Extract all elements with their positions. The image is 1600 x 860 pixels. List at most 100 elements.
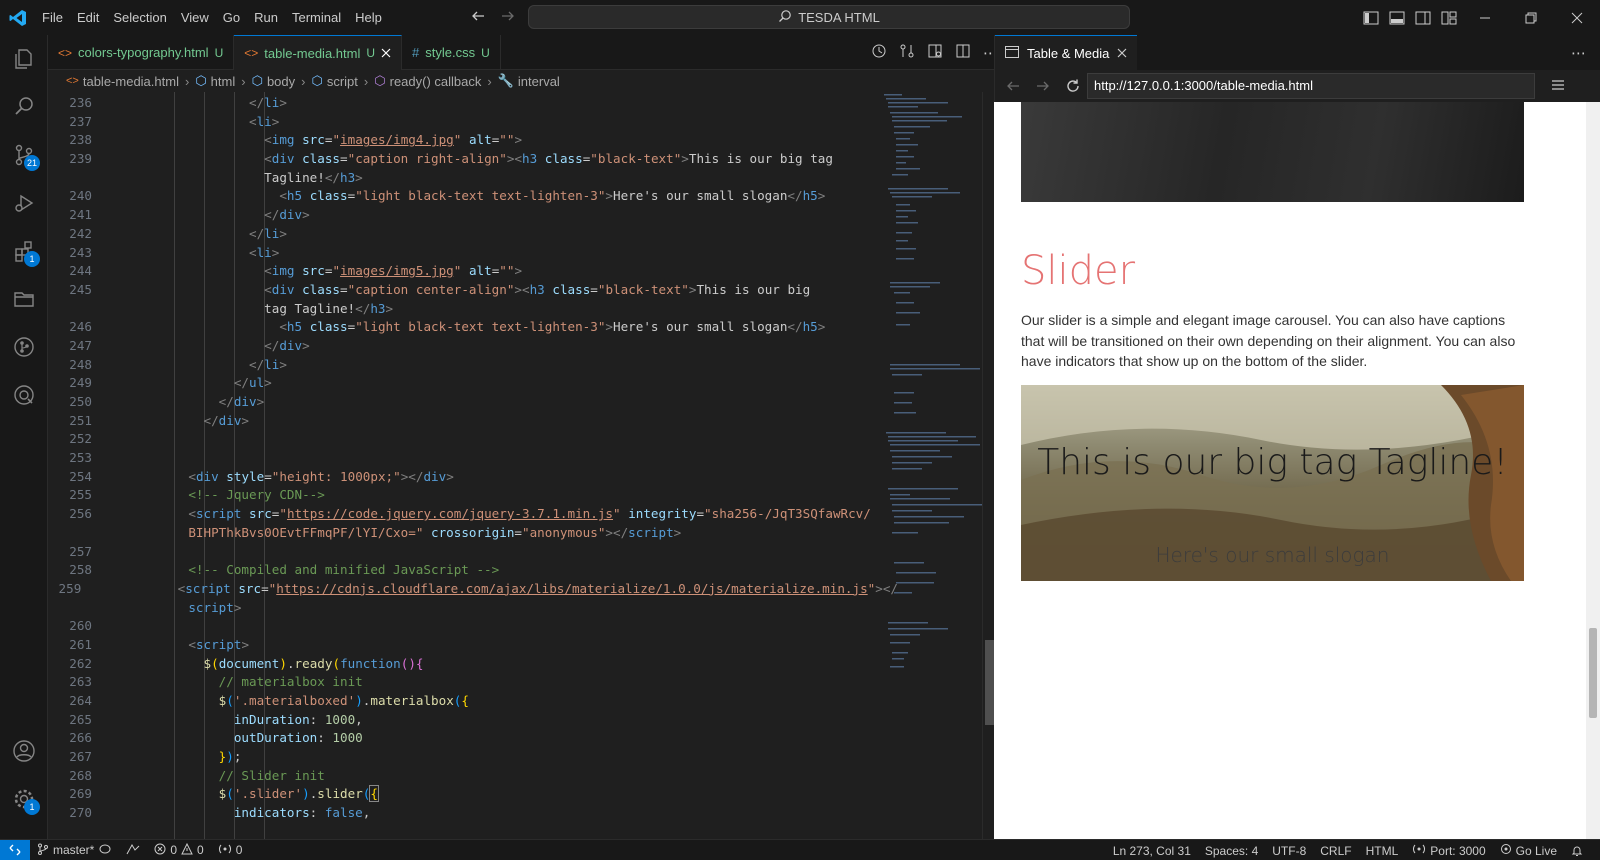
code-editor[interactable]: 236 </li> 237 <li> 238 <img src="images/… [48,92,1010,839]
language-mode[interactable]: HTML [1359,844,1406,858]
back-arrow-icon[interactable] [1005,78,1021,97]
git-graph-icon[interactable] [0,323,48,371]
minimap[interactable] [882,92,982,839]
code-line: 246 <h5 class="light black-text text-lig… [69,319,826,335]
section-heading: Slider [1021,248,1136,294]
code-line: 243 <li> [69,244,280,260]
wrench-icon: 🔧 [497,73,514,88]
tab-label: colors-typography.html [78,45,209,60]
close-tab-icon[interactable] [1117,46,1127,61]
code-line: 236 </li> [69,95,287,110]
forward-arrow-icon[interactable] [500,8,516,27]
breadcrumb-item[interactable]: body [267,74,295,89]
reload-icon[interactable] [1065,78,1081,97]
live-server-port[interactable]: Port: 3000 [1405,843,1492,858]
customize-layout-icon[interactable] [1436,11,1462,25]
menu-terminal[interactable]: Terminal [285,0,348,35]
web-preview[interactable]: Slider Our slider is a simple and elegan… [994,102,1586,839]
go-live-button[interactable]: Go Live [1493,843,1564,858]
branch-indicator[interactable]: master* [30,843,119,858]
slide-caption-subtitle: Here's our small slogan [1155,543,1390,567]
open-preview-icon[interactable] [927,43,943,62]
toggle-panel-icon[interactable] [1384,11,1410,25]
code-line: 237 <li> [69,113,280,129]
encoding[interactable]: UTF-8 [1265,844,1313,858]
restore-icon[interactable] [1508,12,1554,24]
slider[interactable]: This is our big tag Tagline! Here's our … [1021,385,1524,581]
settings-gear-icon[interactable]: 1 [0,775,48,823]
account-icon[interactable] [0,727,48,775]
code-line: 250 </div> [69,394,265,409]
menu-run[interactable]: Run [247,0,285,35]
source-control-icon[interactable]: 21 [0,131,48,179]
cursor-position[interactable]: Ln 273, Col 31 [1106,844,1198,858]
explorer-icon[interactable] [0,35,48,83]
more-actions-icon[interactable]: ⋯ [1571,44,1586,62]
code-line: 263 // materialbox init [69,674,363,690]
error-icon [154,843,166,858]
sync-icon[interactable] [98,843,112,858]
search-activity-icon[interactable] [0,83,48,131]
toggle-primary-sidebar-icon[interactable] [1358,11,1384,25]
previous-image [1021,102,1524,202]
ports-count: 0 [235,843,243,857]
close-tab-icon[interactable] [381,46,391,61]
warning-count: 0 [197,843,204,857]
menu-selection[interactable]: Selection [106,0,173,35]
breadcrumb-item[interactable]: table-media.html [83,74,179,89]
breadcrumb-item[interactable]: interval [518,74,560,89]
code-line: 269 $('.slider').slider({ [69,785,379,803]
problems-indicator[interactable]: 0 0 [147,842,210,858]
remote-explorer-icon[interactable] [0,371,48,419]
preview-scrollbar[interactable] [1586,102,1600,839]
tab-simple-browser[interactable]: Table & Media [995,35,1138,70]
menu-go[interactable]: Go [216,0,247,35]
breadcrumb-item[interactable]: html [211,74,236,89]
history-nav [470,0,516,35]
ports-indicator[interactable]: 0 [211,843,250,858]
run-debug-icon[interactable] [0,179,48,227]
close-window-icon[interactable] [1554,12,1600,24]
code-line: 261 <script> [69,636,250,652]
tab-table-media[interactable]: <> table-media.html U [234,35,403,70]
html-file-icon: <> [58,45,73,60]
chevron-right-icon: › [301,73,306,89]
live-share-icon [126,843,140,858]
source-control-badge: 21 [23,155,40,171]
line-ending[interactable]: CRLF [1313,844,1358,858]
notifications-bell-icon[interactable] [1564,845,1590,857]
extensions-icon[interactable]: 1 [0,227,48,275]
forward-arrow-icon[interactable] [1035,78,1051,97]
back-arrow-icon[interactable] [470,8,486,27]
code-line: 257 [69,543,92,559]
compare-changes-icon[interactable] [899,43,915,62]
code-line: 267 }); [69,749,242,765]
breadcrumb: <> table-media.html › ⬡ html › ⬡ body › … [48,70,1010,92]
command-center-search[interactable]: TESDA HTML [528,5,1130,29]
remote-indicator-icon[interactable] [0,839,30,860]
split-editor-icon[interactable] [955,43,971,62]
breadcrumb-item[interactable]: ready() callback [390,74,482,89]
tab-colors-typography[interactable]: <> colors-typography.html U [48,35,235,70]
menu-edit[interactable]: Edit [70,0,106,35]
toggle-secondary-sidebar-icon[interactable] [1410,11,1436,25]
browser-toolbar: http://127.0.0.1:3000/table-media.html [994,70,1600,102]
menu-view[interactable]: View [174,0,216,35]
chevron-right-icon: › [363,73,369,89]
code-line: 254 <div style="height: 1000px;"></div> [69,468,454,484]
element-icon: ⬡ [195,73,207,88]
preview-scroll-thumb[interactable] [1589,628,1597,718]
breadcrumb-item[interactable]: script [327,74,358,89]
tab-style-css[interactable]: # style.css U [402,35,501,70]
menu-icon[interactable] [1551,78,1565,95]
menu-file[interactable]: File [35,0,70,35]
menu-help[interactable]: Help [348,0,389,35]
timeline-icon[interactable] [871,43,887,62]
live-share-indicator[interactable] [119,843,147,858]
minimize-icon[interactable] [1462,12,1508,24]
url-input[interactable]: http://127.0.0.1:3000/table-media.html [1087,73,1535,99]
indentation[interactable]: Spaces: 4 [1198,844,1265,858]
chevron-right-icon: › [487,73,492,89]
folder-icon[interactable] [0,275,48,323]
vscode-logo-icon [0,0,35,35]
